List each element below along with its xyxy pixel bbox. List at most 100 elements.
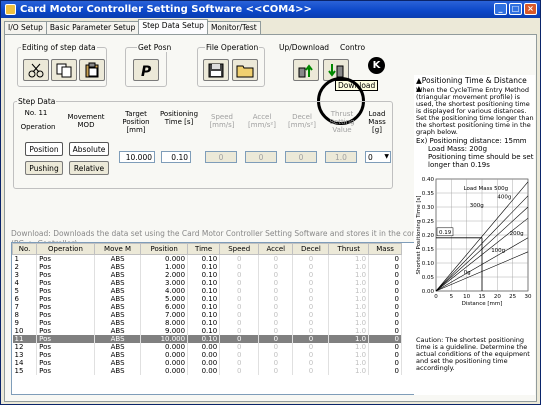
table-row[interactable]: 11 Pos ABS 10.000 0.10 0 0 0 1.0 0 xyxy=(12,335,402,343)
positioning-time-label: Positioning Time [s] xyxy=(159,110,199,126)
table-cell: Pos xyxy=(36,351,95,359)
close-button[interactable]: × xyxy=(524,3,537,15)
maximize-button[interactable]: □ xyxy=(509,3,522,15)
table-row[interactable]: 14 Pos ABS 0.000 0.00 0 0 0 1.0 0 xyxy=(12,359,402,367)
accel-label: Accel [mm/s²] xyxy=(248,113,276,129)
help-intro: When the CycleTime Entry Method (triangu… xyxy=(416,86,534,136)
table-cell: 1.0 xyxy=(328,311,370,319)
table-row[interactable]: 15 Pos ABS 0.000 0.00 0 0 0 1.0 0 xyxy=(12,367,402,375)
table-cell: 0 xyxy=(219,359,260,367)
tab-strip: I/O Setup Basic Parameter Setup Step Dat… xyxy=(4,19,261,34)
table-cell: 0 xyxy=(368,351,402,359)
table-row[interactable]: 5 Pos ABS 4.000 0.10 0 0 0 1.0 0 xyxy=(12,287,402,295)
download-icon xyxy=(328,64,344,78)
tab-io-setup[interactable]: I/O Setup xyxy=(4,21,47,34)
column-header[interactable]: Operation xyxy=(36,243,95,255)
table-cell: 0 xyxy=(368,327,402,335)
pushing-button[interactable]: Pushing xyxy=(25,161,63,175)
target-position-input[interactable]: 10.000 xyxy=(119,151,155,163)
column-header[interactable]: Time xyxy=(187,243,221,255)
table-cell: 0 xyxy=(258,311,294,319)
table-cell: 0 xyxy=(219,351,260,359)
cut-button[interactable] xyxy=(23,59,49,81)
table-row[interactable]: 6 Pos ABS 5.000 0.10 0 0 0 1.0 0 xyxy=(12,295,402,303)
column-header[interactable]: Mass xyxy=(368,243,402,255)
tab-basic-parameter[interactable]: Basic Parameter Setup xyxy=(45,21,140,34)
upload-icon xyxy=(298,64,313,78)
tab-monitor-test[interactable]: Monitor/Test xyxy=(206,21,261,34)
minimize-button[interactable]: _ xyxy=(494,3,507,15)
callout-marker: K xyxy=(368,57,385,74)
tab-step-data[interactable]: Step Data Setup xyxy=(138,19,208,34)
get-position-button[interactable]: P xyxy=(133,59,159,81)
table-cell: 9 xyxy=(12,319,38,327)
table-cell: ABS xyxy=(94,303,142,311)
column-header[interactable]: No. xyxy=(12,243,38,255)
step-data-title: Step Data xyxy=(17,97,57,106)
table-cell: 1.0 xyxy=(328,335,370,343)
column-header[interactable]: Speed xyxy=(219,243,260,255)
absolute-button[interactable]: Absolute xyxy=(69,142,109,156)
table-cell: ABS xyxy=(94,279,142,287)
table-row[interactable]: 7 Pos ABS 6.000 0.10 0 0 0 1.0 0 xyxy=(12,303,402,311)
table-row[interactable]: 4 Pos ABS 3.000 0.10 0 0 0 1.0 0 xyxy=(12,279,402,287)
save-file-button[interactable] xyxy=(203,59,229,81)
table-cell: 0 xyxy=(258,271,294,279)
clipboard-icon xyxy=(85,62,99,78)
updown-label: Up/Download xyxy=(279,43,330,52)
accel-input: 0 xyxy=(245,151,277,163)
column-header[interactable]: Position xyxy=(140,243,189,255)
table-cell: 0 xyxy=(368,254,402,263)
upload-button[interactable] xyxy=(293,59,319,81)
table-cell: 0 xyxy=(292,254,330,263)
decel-input: 0 xyxy=(285,151,317,163)
table-cell: Pos xyxy=(36,343,95,351)
copy-button[interactable] xyxy=(51,59,77,81)
table-cell: 0.00 xyxy=(187,343,221,351)
positioning-time-input[interactable]: 0.10 xyxy=(161,151,191,163)
table-cell: Pos xyxy=(36,311,95,319)
position-button[interactable]: Position xyxy=(25,142,63,156)
table-cell: 0.10 xyxy=(187,327,221,335)
table-cell: 0 xyxy=(292,343,330,351)
table-cell: 1.0 xyxy=(328,287,370,295)
annotation-value: 0.19 xyxy=(439,230,452,236)
table-cell: 7 xyxy=(12,303,38,311)
table-cell: 0.000 xyxy=(140,359,189,367)
table-row[interactable]: 8 Pos ABS 7.000 0.10 0 0 0 1.0 0 xyxy=(12,311,402,319)
table-cell: 0 xyxy=(292,279,330,287)
table-row[interactable]: 12 Pos ABS 0.000 0.00 0 0 0 1.0 0 xyxy=(12,343,402,351)
positioning-chart: 0.00 0.05 0.10 0.15 0.20 0.25 0.30 0.35 0.40 0 5 10… xyxy=(416,177,532,307)
open-file-button[interactable] xyxy=(232,59,258,81)
table-cell: Pos xyxy=(36,359,95,367)
table-cell: Pos xyxy=(36,287,95,295)
table-row[interactable]: 10 Pos ABS 9.000 0.10 0 0 0 1.0 0 xyxy=(12,327,402,335)
table-cell: 0 xyxy=(292,327,330,335)
table-cell: 2.000 xyxy=(140,271,189,279)
table-cell: 0 xyxy=(219,335,260,343)
series-label: 100g xyxy=(491,248,505,254)
column-header[interactable]: Move M xyxy=(93,243,142,255)
relative-button[interactable]: Relative xyxy=(69,161,109,175)
table-row[interactable]: 2 Pos ABS 1.000 0.10 0 0 0 1.0 0 xyxy=(12,263,402,271)
y-tick-label: 0.40 xyxy=(422,177,435,183)
column-header[interactable]: Decel xyxy=(292,243,330,255)
help-panel: ▲Positioning Time & Distance ▲ When the … xyxy=(414,75,535,395)
x-tick-label: 5 xyxy=(450,294,454,300)
table-row[interactable]: 1 Pos ABS 0.000 0.10 0 0 0 1.0 0 xyxy=(12,254,402,263)
series-label: 200g xyxy=(510,231,524,237)
paste-button[interactable] xyxy=(79,59,105,81)
table-row[interactable]: 13 Pos ABS 0.000 0.00 0 0 0 1.0 0 xyxy=(12,351,402,359)
table-cell: Pos xyxy=(36,263,95,271)
y-tick-label: 0.15 xyxy=(422,247,435,253)
table-cell: 0 xyxy=(258,287,294,295)
load-mass-select[interactable]: 0 ▼ xyxy=(365,151,391,163)
table-cell: 0 xyxy=(292,263,330,271)
table-row[interactable]: 3 Pos ABS 2.000 0.10 0 0 0 1.0 0 xyxy=(12,271,402,279)
table-cell: Pos xyxy=(36,254,95,263)
x-tick-label: 15 xyxy=(479,294,486,300)
thrust-input: 1.0 xyxy=(325,151,357,163)
table-row[interactable]: 9 Pos ABS 8.000 0.10 0 0 0 1.0 0 xyxy=(12,319,402,327)
column-header[interactable]: Accel xyxy=(258,243,294,255)
column-header[interactable]: Thrust xyxy=(328,243,370,255)
